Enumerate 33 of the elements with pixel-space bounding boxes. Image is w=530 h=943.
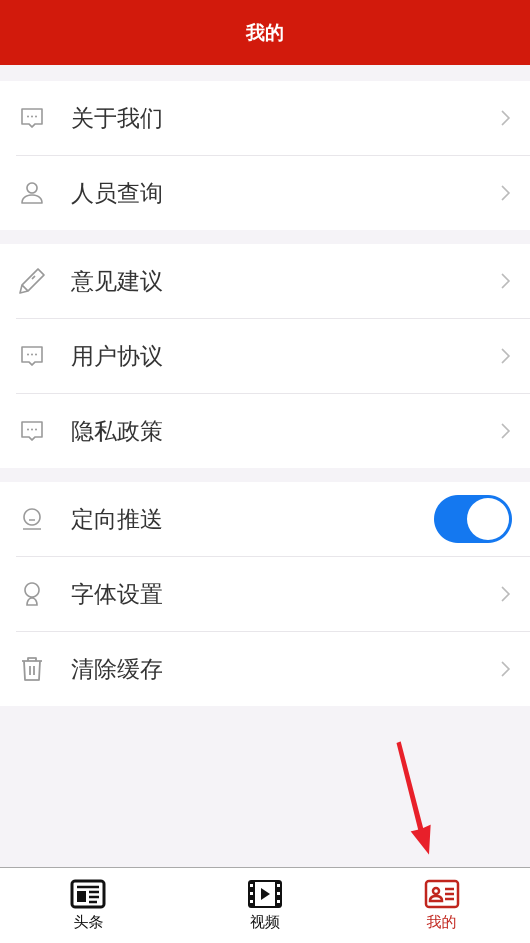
chevron-right-icon <box>500 347 510 365</box>
tab-item[interactable]: 视频 <box>176 868 354 943</box>
settings-row[interactable]: 人员查询 <box>16 155 530 230</box>
settings-row[interactable]: 用户协议 <box>16 318 530 393</box>
page-title: 我的 <box>246 20 284 46</box>
settings-row[interactable]: 定向推送 <box>0 482 530 556</box>
row-label: 清除缓存 <box>71 656 164 684</box>
film-play-icon <box>247 879 283 909</box>
pencil-icon <box>18 267 46 295</box>
settings-row[interactable]: 意见建议 <box>0 244 530 318</box>
settings-row[interactable]: 字体设置 <box>16 556 530 631</box>
chevron-right-icon <box>500 109 510 127</box>
chevron-right-icon <box>500 422 510 440</box>
id-card-icon <box>424 879 460 909</box>
row-label: 字体设置 <box>71 580 164 610</box>
settings-row[interactable]: 隐私政策 <box>16 393 530 468</box>
row-label: 隐私政策 <box>71 418 164 446</box>
settings-row[interactable]: 清除缓存 <box>16 631 530 706</box>
chevron-right-icon <box>500 272 510 290</box>
chevron-right-icon <box>500 660 510 678</box>
row-label: 意见建议 <box>71 268 164 296</box>
row-label: 用户协议 <box>71 342 164 372</box>
tab-item[interactable]: 我的 <box>353 868 530 943</box>
row-label: 人员查询 <box>71 180 164 208</box>
chevron-right-icon <box>500 585 510 603</box>
toggle-switch[interactable] <box>434 495 512 543</box>
row-label: 关于我们 <box>71 104 164 134</box>
person-icon <box>18 179 46 207</box>
row-label: 定向推送 <box>71 506 164 534</box>
newspaper-icon <box>70 879 106 909</box>
tab-item[interactable]: 头条 <box>0 868 177 943</box>
chevron-right-icon <box>500 184 510 202</box>
settings-row[interactable]: 关于我们 <box>0 81 530 155</box>
